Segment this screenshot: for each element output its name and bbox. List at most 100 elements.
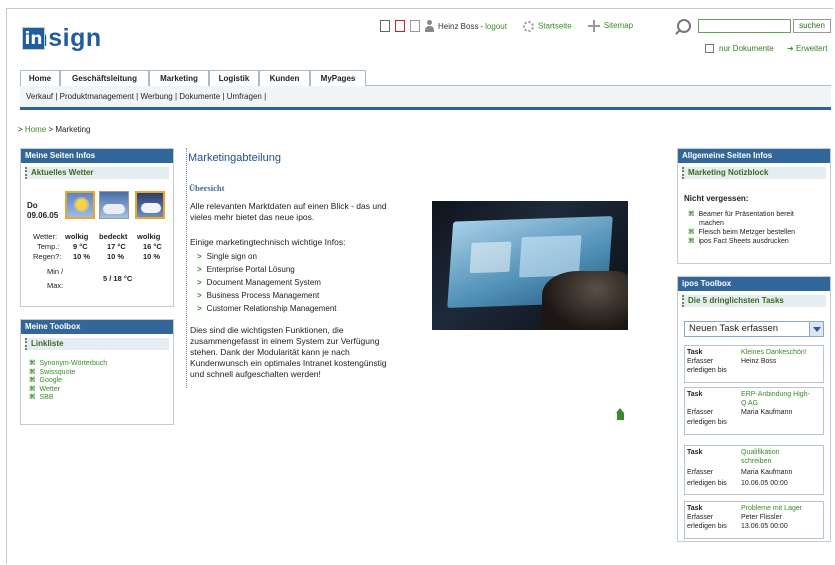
weather-temp: 16 °C	[143, 242, 162, 251]
weather-date-value: 09.06.05	[27, 211, 59, 220]
note-text: ipos Fact Sheets ausdrucken	[698, 238, 789, 245]
box-title: Allgemeine Seiten Infos	[678, 149, 830, 163]
arrow-icon: >	[197, 252, 202, 261]
weather-cond: bedeckt	[99, 232, 128, 241]
weather-temp: 17 °C	[107, 242, 126, 251]
list-item[interactable]: ⌘ SBB	[29, 394, 107, 403]
list-item[interactable]: ⌘ Synonym-Wörterbuch	[29, 360, 107, 369]
allgemeine-seiten-infos-box: Allgemeine Seiten Infos Marketing Notizb…	[677, 148, 831, 264]
list-item-label: Enterprise Portal Lösung	[206, 265, 295, 274]
chevron-down-icon[interactable]	[809, 322, 823, 336]
minmax-label: Min /	[47, 267, 64, 276]
intro-line: Alle relevanten Marktdaten auf einen Bli…	[190, 201, 387, 211]
tab-kunden[interactable]: Kunden	[259, 70, 310, 86]
link[interactable]: SBB	[40, 394, 54, 401]
tab-geschaeftsleitung[interactable]: Geschäftsleitung	[60, 70, 149, 86]
task-erfasser: Peter Flissler	[741, 514, 782, 521]
task-name[interactable]: Qualifikation	[741, 448, 823, 457]
tab-logistik[interactable]: Logistik	[209, 70, 259, 86]
breadcrumb-home[interactable]: Home	[25, 125, 46, 134]
page-title: Marketingabteilung	[188, 152, 281, 164]
link[interactable]: Swissquote	[40, 369, 76, 376]
task-card[interactable]: Task Qualifikation schreiben Erfasser Ma…	[684, 445, 824, 495]
meine-toolbox-box: Meine Toolbox Linkliste ⌘ Synonym-Wörterb…	[20, 319, 174, 425]
link-list: ⌘ Synonym-Wörterbuch ⌘ Swissquote ⌘ Google …	[29, 360, 107, 403]
list-item: ⌘ Beamer für Präsentation bereit	[688, 210, 826, 219]
note-text: Beamer für Präsentation bereit	[698, 211, 794, 218]
home-icon[interactable]	[616, 408, 624, 420]
bullet-icon: ⌘	[688, 229, 695, 236]
task-card[interactable]: Task ERP-Anbindung High- Q AG Erfasser M…	[684, 387, 824, 435]
nur-dokumente-option[interactable]: nur Dokumente	[705, 44, 774, 53]
task-select-value: Neuen Task erfassen	[689, 323, 779, 334]
task-erfasser: Maria Kaufmann	[741, 469, 793, 476]
arrow-icon: >	[197, 278, 202, 287]
weather-date: Do 09.06.05	[27, 201, 58, 221]
erfasser-label: Erfasser	[687, 409, 714, 416]
outro-line: Kundenwunsch ein optimales Intranet kost…	[190, 358, 387, 368]
list-item-continuation: machen	[699, 220, 724, 227]
feature-list: > Single sign on > Enterprise Portal Lösun…	[197, 250, 337, 315]
tasks-header: Die 5 dringlichsten Tasks	[682, 295, 826, 307]
list-intro: Einige marketingtechnisch wichtige Infos…	[190, 237, 346, 247]
notiz-title: Nicht vergessen:	[684, 194, 749, 203]
list-item: > Business Process Management	[197, 289, 337, 302]
minmax-value: 5 / 18 °C	[103, 274, 133, 283]
main-tabs: Home Geschäftsleitung Marketing Logistik…	[20, 70, 831, 86]
task-name[interactable]: Kleines Dankeschön!	[741, 348, 823, 357]
page-icon[interactable]	[410, 20, 420, 32]
meine-seiten-infos-box: Meine Seiten Infos Aktuelles Wetter Do 0…	[20, 148, 174, 307]
task-name-cont[interactable]: Q AG	[741, 399, 823, 408]
task-name[interactable]: ERP-Anbindung High-	[741, 390, 823, 399]
weather-rain: 10 %	[107, 252, 125, 261]
task-name-cont[interactable]: schreiben	[741, 457, 823, 466]
list-item-label: Customer Relationship Management	[206, 304, 337, 313]
tab-mypages[interactable]: MyPages	[310, 70, 366, 86]
list-item[interactable]: ⌘ Google	[29, 377, 107, 386]
search-button[interactable]: suchen	[793, 19, 831, 33]
list-item[interactable]: ⌘ Swissquote	[29, 369, 107, 378]
pdf-icon[interactable]	[395, 20, 405, 32]
weather-cond: wolkig	[65, 232, 89, 241]
list-item: > Single sign on	[197, 250, 337, 263]
task-card[interactable]: Task Probleme mit Lager Erfasser Peter F…	[684, 501, 824, 539]
minmax-label: Max:	[47, 281, 64, 290]
task-card[interactable]: Task Kleines Dankeschön! Erfasser Heinz …	[684, 345, 824, 383]
task-due: 13.06.05 00:00	[741, 523, 788, 530]
task-erfasser: Maria Kaufmann	[741, 409, 793, 416]
nur-dokumente-checkbox[interactable]	[705, 44, 714, 53]
weather-cloudy-icon	[65, 191, 95, 219]
bullet-icon: ⌘	[688, 238, 695, 245]
bullet-icon: ⌘	[29, 394, 36, 401]
task-erfasser: Heinz Boss	[741, 358, 777, 365]
search-input[interactable]	[698, 19, 791, 33]
task-select[interactable]: Neuen Task erfassen	[684, 321, 824, 337]
bullet-icon: ⌘	[29, 360, 36, 367]
tab-marketing[interactable]: Marketing	[149, 70, 209, 86]
task-label: Task	[687, 449, 703, 456]
sitemap-link[interactable]: Sitemap	[604, 21, 633, 30]
task-name[interactable]: Probleme mit Lager	[741, 504, 823, 513]
document-icon[interactable]	[380, 20, 390, 32]
logo-box: in	[22, 27, 45, 50]
search-icon	[677, 19, 691, 33]
note-text: Fleisch beim Metzger bestellen	[698, 229, 796, 236]
task-label: Task	[687, 349, 703, 356]
link[interactable]: Wetter	[40, 386, 61, 393]
arrow-icon: >	[197, 265, 202, 274]
startseite-link[interactable]: Startseite	[538, 21, 572, 30]
task-label: Task	[687, 391, 703, 398]
sub-navigation[interactable]: Verkauf | Produktmanagement | Werbung | …	[20, 86, 831, 110]
section-heading: Übersicht	[189, 183, 225, 193]
logo[interactable]: in insign	[22, 24, 102, 53]
list-item-label: Business Process Management	[206, 291, 320, 300]
weather-cloudy-icon	[135, 191, 165, 219]
list-item[interactable]: ⌘ Wetter	[29, 386, 107, 395]
nur-dokumente-label: nur Dokumente	[719, 44, 774, 53]
erweitert-link[interactable]: ➜ Erweitert	[787, 44, 828, 53]
link[interactable]: Synonym-Wörterbuch	[40, 360, 108, 367]
logout-link[interactable]: logout	[485, 22, 507, 31]
weather-rain: 10 %	[143, 252, 161, 261]
tab-home[interactable]: Home	[20, 70, 60, 86]
link[interactable]: Google	[40, 377, 63, 384]
